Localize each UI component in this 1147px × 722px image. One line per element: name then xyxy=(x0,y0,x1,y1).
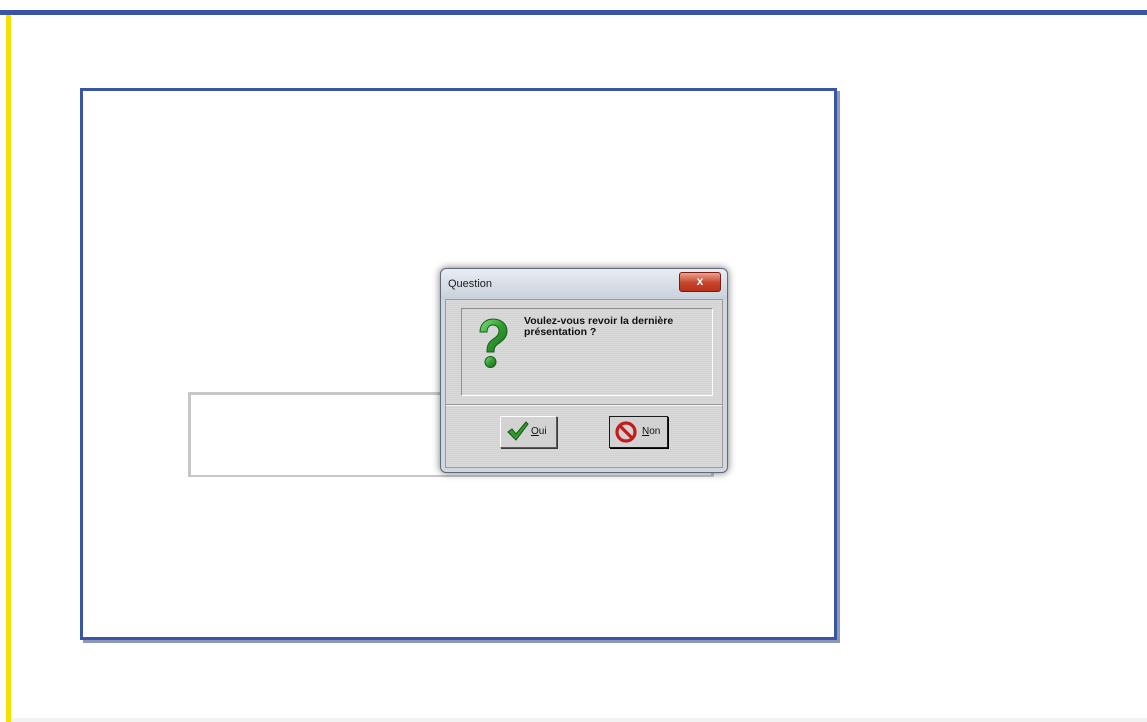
dialog-titlebar[interactable]: Question x xyxy=(441,269,727,299)
close-button[interactable]: x xyxy=(679,272,721,292)
left-yellow-rule xyxy=(6,15,11,722)
no-sign-icon xyxy=(615,421,637,443)
question-mark-icon xyxy=(479,318,508,368)
message-line-2: présentation ? xyxy=(524,326,597,338)
non-label: Non xyxy=(642,426,661,437)
question-dialog: Question x Voulez-vous revoir la dernièr… xyxy=(440,268,728,473)
top-blue-rule xyxy=(0,10,1147,15)
checkmark-icon xyxy=(507,421,529,441)
dialog-message: Voulez-vous revoir la dernière présentat… xyxy=(524,316,704,338)
button-separator xyxy=(446,404,722,406)
close-icon: x xyxy=(696,274,704,288)
bottom-strip xyxy=(11,718,1147,722)
oui-button[interactable]: Oui xyxy=(500,416,557,448)
non-button[interactable]: Non xyxy=(609,416,668,448)
top-edge xyxy=(0,0,1147,4)
dialog-body: Voulez-vous revoir la dernière présentat… xyxy=(445,299,723,468)
dialog-title: Question xyxy=(448,278,493,290)
oui-label: Oui xyxy=(531,426,547,437)
